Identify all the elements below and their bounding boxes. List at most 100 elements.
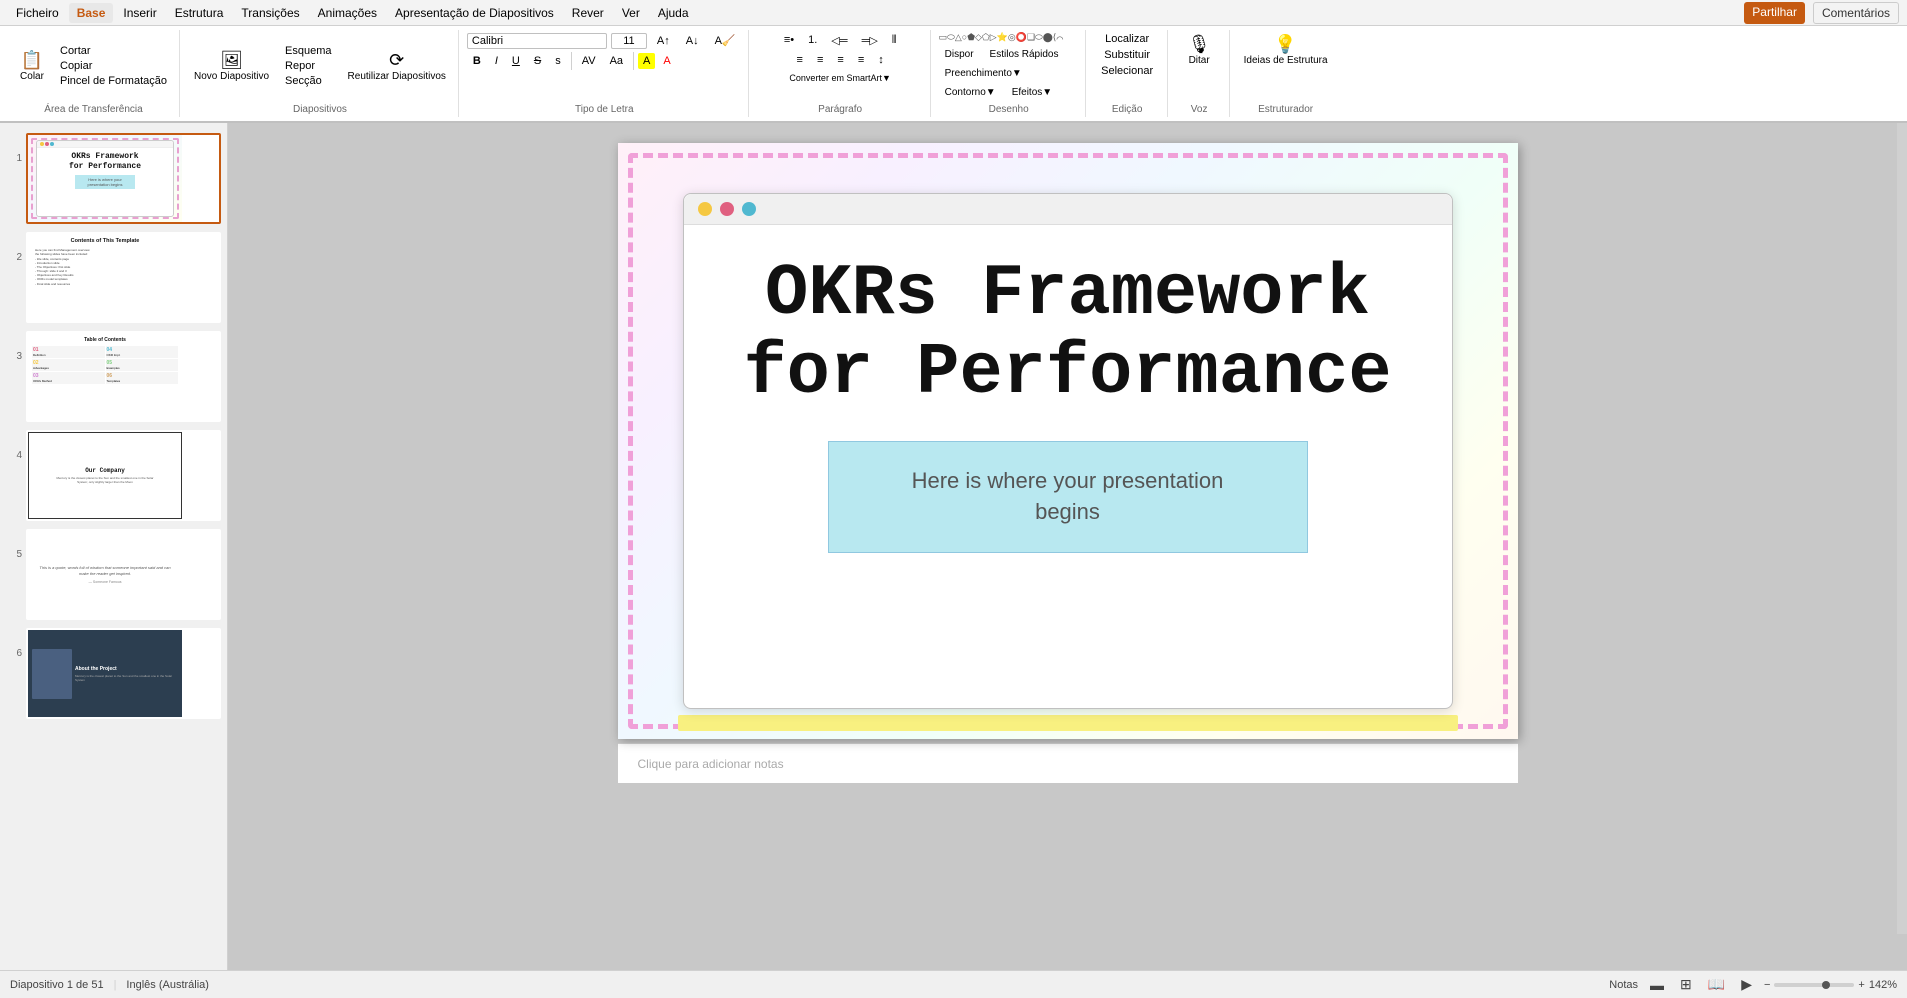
clear-format-button[interactable]: A🧹 [709, 32, 742, 49]
align-right-button[interactable]: ≡ [831, 52, 849, 68]
font-color-button[interactable]: A [657, 53, 676, 69]
slide-thumbnail-6[interactable]: 6 About the Project Mercury is the close… [4, 626, 223, 721]
paste-icon: 📋 [21, 51, 43, 69]
zoom-out-button[interactable]: − [1764, 979, 1770, 991]
voice-group: 🎙 Ditar Voz [1170, 30, 1230, 117]
estilos-button[interactable]: Estilos Rápidos [984, 47, 1065, 62]
notes-button[interactable]: Notas [1609, 979, 1638, 991]
slide-sorter-button[interactable]: ⊞ [1676, 974, 1696, 995]
thumb4-title: Our Company [85, 467, 125, 474]
zoom-slider[interactable] [1822, 981, 1830, 989]
notes-area[interactable]: Clique para adicionar notas [618, 743, 1518, 783]
justify-button[interactable]: ≡ [852, 52, 870, 68]
slides-group: 🖼 Novo Diapositivo Esquema Repor Secção … [182, 30, 459, 117]
thumb1-subtitle: Here is where your presentation begins [78, 177, 132, 187]
italic-button[interactable]: I [489, 53, 504, 69]
slide-image-5: This is a quote, words full of wisdom th… [26, 529, 221, 620]
underline-button[interactable]: U [506, 53, 526, 69]
shadow-button[interactable]: s [549, 53, 567, 69]
microphone-icon: 🎙 [1188, 35, 1211, 53]
comments-button[interactable]: Comentários [1813, 2, 1899, 24]
slide-thumbnail-1[interactable]: 1 OKRs Frameworkfor Performance [4, 131, 223, 226]
effects-button[interactable]: Efeitos▼ [1006, 85, 1058, 100]
thumb4-text: Mercury is the closest planet to the Sun… [55, 476, 155, 484]
slide-subtitle-text: Here is where your presentation begins [879, 466, 1257, 528]
reading-view-button[interactable]: 📖 [1704, 974, 1729, 995]
slide-image-1: OKRs Frameworkfor Performance Here is wh… [26, 133, 221, 224]
line-spacing-button[interactable]: ↕ [872, 52, 890, 68]
slide-thumbnail-5[interactable]: 5 This is a quote, words full of wisdom … [4, 527, 223, 622]
designer-button[interactable]: 💡 Ideias de Estrutura [1238, 32, 1334, 69]
share-button[interactable]: Partilhar [1744, 2, 1805, 24]
font-size-input[interactable] [611, 33, 647, 49]
outline-button[interactable]: Contorno▼ [939, 85, 1002, 100]
thumb5-quote: This is a quote, words full of wisdom th… [34, 565, 176, 576]
reuse-icon: ⟳ [389, 51, 404, 69]
bottom-bar: Diapositivo 1 de 51 | Inglês (Austrália)… [0, 970, 1907, 998]
char-spacing-button[interactable]: AV [576, 53, 602, 69]
language-indicator: Inglês (Austrália) [126, 979, 209, 991]
thumb6-title: About the Project [75, 666, 178, 672]
cut-button[interactable]: Cortar [54, 44, 173, 58]
reset-button[interactable]: Repor [279, 59, 337, 73]
subtitle-box[interactable]: Here is where your presentation begins [828, 441, 1308, 553]
bold-button[interactable]: B [467, 53, 487, 69]
font-group: A↑ A↓ A🧹 B I U S s AV Aa A A [461, 30, 749, 117]
slide-main-title: OKRs Frameworkfor Performance [743, 255, 1391, 413]
slide-thumbnail-2[interactable]: 2 Contents of This Template Here you can… [4, 230, 223, 325]
copy-button[interactable]: Copiar [54, 59, 173, 73]
replace-button[interactable]: Substituir [1098, 48, 1156, 62]
slide-thumbnail-3[interactable]: 3 Table of Contents 01Definition 04OKR I… [4, 329, 223, 424]
align-center-button[interactable]: ≡ [811, 52, 829, 68]
menu-base[interactable]: Base [69, 3, 114, 23]
slide-canvas[interactable]: OKRs Frameworkfor Performance Here is wh… [618, 143, 1518, 739]
section-button[interactable]: Secção [279, 74, 337, 88]
font-name-input[interactable] [467, 33, 607, 49]
slide-number-6: 6 [6, 628, 22, 659]
case-button[interactable]: Aa [604, 53, 629, 69]
window-dot-yellow [698, 202, 712, 216]
window-dot-pink [720, 202, 734, 216]
designer-label: Estruturador [1258, 102, 1313, 115]
highlight-button[interactable]: A [638, 53, 655, 69]
menu-ficheiro[interactable]: Ficheiro [8, 3, 67, 23]
menu-transicoes[interactable]: Transições [233, 3, 307, 23]
paste-button[interactable]: 📋 Colar [14, 48, 50, 85]
menu-inserir[interactable]: Inserir [115, 3, 164, 23]
menu-estrutura[interactable]: Estrutura [167, 3, 232, 23]
format-painter-button[interactable]: Pincel de Formatação [54, 74, 173, 88]
dictate-button[interactable]: 🎙 Ditar [1181, 32, 1217, 69]
menu-animacoes[interactable]: Animações [310, 3, 385, 23]
slide-number-4: 4 [6, 430, 22, 461]
bullets-button[interactable]: ≡• [778, 32, 800, 49]
align-left-button[interactable]: ≡ [791, 52, 809, 68]
slide-thumbnail-4[interactable]: 4 Our Company Mercury is the closest pla… [4, 428, 223, 523]
designer-group: 💡 Ideias de Estrutura Estruturador [1232, 30, 1340, 117]
increase-indent-button[interactable]: ═▷ [856, 32, 884, 49]
columns-button[interactable]: ⫴ [886, 32, 903, 49]
smartart-button[interactable]: Converter em SmartArt▼ [783, 71, 896, 85]
decrease-indent-button[interactable]: ◁═ [825, 32, 853, 49]
normal-view-button[interactable]: ▬ [1646, 975, 1668, 995]
select-button[interactable]: Selecionar [1095, 64, 1159, 78]
layout-button[interactable]: Esquema [279, 44, 337, 58]
slide-number-5: 5 [6, 529, 22, 560]
strikethrough-button[interactable]: S [528, 53, 547, 69]
paragraph-group: ≡• 1. ◁═ ═▷ ⫴ ≡ ≡ ≡ ≡ ↕ Converter em Sma… [751, 30, 931, 117]
numbering-button[interactable]: 1. [802, 32, 823, 49]
font-grow-button[interactable]: A↑ [651, 33, 676, 49]
reuse-slides-button[interactable]: ⟳ Reutilizar Diapositivos [342, 48, 452, 85]
dispor-button[interactable]: Dispor [939, 47, 980, 62]
menu-ver[interactable]: Ver [614, 3, 648, 23]
font-shrink-button[interactable]: A↓ [680, 33, 705, 49]
main-area: 1 OKRs Frameworkfor Performance [0, 123, 1907, 970]
new-slide-button[interactable]: 🖼 Novo Diapositivo [188, 48, 275, 85]
find-button[interactable]: Localizar [1099, 32, 1155, 46]
fill-button[interactable]: Preenchimento▼ [939, 66, 1028, 81]
menu-rever[interactable]: Rever [564, 3, 612, 23]
menu-ajuda[interactable]: Ajuda [650, 3, 697, 23]
slideshow-button[interactable]: ▶ [1737, 974, 1756, 995]
zoom-in-button[interactable]: + [1858, 979, 1864, 991]
menu-bar: Ficheiro Base Inserir Estrutura Transiçõ… [0, 0, 1907, 26]
menu-apresentacao[interactable]: Apresentação de Diapositivos [387, 3, 562, 23]
